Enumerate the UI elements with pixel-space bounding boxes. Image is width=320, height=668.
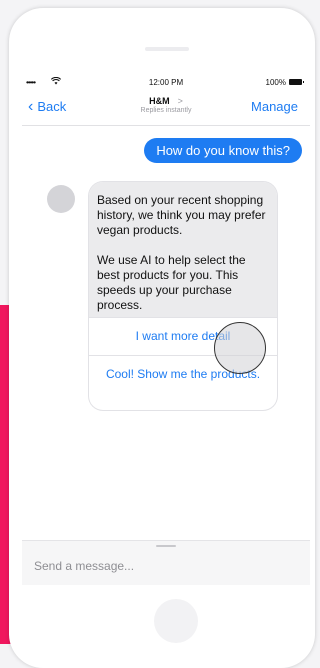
- bot-message-text: Based on your recent shopping history, w…: [89, 182, 277, 317]
- composer-grabber[interactable]: [156, 545, 176, 547]
- phone-speaker: [145, 47, 189, 51]
- message-input[interactable]: [34, 559, 294, 573]
- user-message-bubble: How do you know this?: [144, 138, 302, 163]
- bot-message-card: Based on your recent shopping history, w…: [89, 182, 277, 410]
- message-composer: [22, 540, 310, 585]
- bot-paragraph-2: We use AI to help select the best produc…: [97, 253, 246, 312]
- phone-screen: ••••• 12:00 PM 100% ‹ Back H&M > Replies …: [22, 73, 310, 585]
- back-chevron-icon: ‹: [28, 97, 34, 115]
- conversation-header[interactable]: H&M > Replies instantly: [116, 96, 216, 114]
- battery-icon: [289, 79, 304, 85]
- navigation-bar: ‹ Back H&M > Replies instantly Manage: [22, 93, 310, 126]
- home-button[interactable]: [154, 599, 198, 643]
- back-button[interactable]: ‹ Back: [28, 97, 67, 115]
- touch-indicator: [214, 322, 266, 374]
- conversation-title: H&M >: [116, 96, 216, 106]
- battery-percent: 100%: [265, 78, 286, 87]
- title-chevron-icon: >: [177, 96, 183, 106]
- bot-avatar: [47, 185, 75, 213]
- manage-button[interactable]: Manage: [251, 99, 298, 114]
- status-bar: ••••• 12:00 PM 100%: [22, 73, 310, 93]
- conversation-subtitle: Replies instantly: [140, 107, 192, 114]
- contact-name: H&M: [149, 96, 170, 106]
- bot-paragraph-1: Based on your recent shopping history, w…: [97, 193, 266, 237]
- back-label: Back: [37, 99, 67, 114]
